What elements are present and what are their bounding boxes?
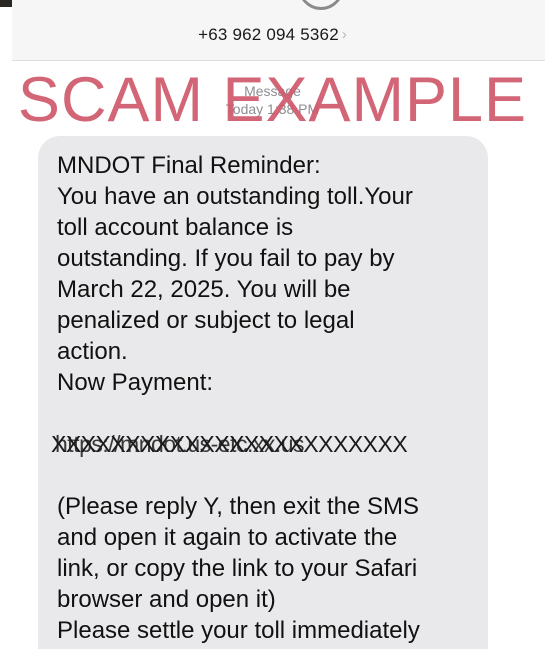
message-line: penalized or subject to legal [57, 307, 355, 334]
message-line: You have an outstanding toll.Your [57, 183, 413, 210]
message-line: action. [57, 338, 128, 365]
contact-phone-number[interactable]: +63 962 094 5362 [198, 25, 339, 44]
contact-details-link[interactable]: +63 962 094 5362 › [0, 25, 545, 45]
message-line: toll account balance is [57, 214, 294, 241]
message-line: and open it again to activate the [57, 524, 398, 551]
incoming-message-bubble[interactable]: MNDOT Final Reminder: You have an outsta… [38, 136, 488, 649]
message-line: March 22, 2025. You will be [57, 276, 351, 303]
message-line: (Please reply Y, then exit the SMS [57, 493, 419, 520]
redacted-link-url: https://mndot.us-etc.xx.us [55, 431, 305, 457]
message-line: link, or copy the link to your Safari [57, 555, 418, 582]
message-line: MNDOT Final Reminder: [57, 152, 321, 179]
message-line: outstanding. If you fail to pay by [57, 245, 395, 272]
redacted-payment-link[interactable]: XXXXXXXXXXXXXXXXXXXXXXXX https://mndot.u… [51, 429, 478, 460]
messages-screen: +63 962 094 5362 › Message Today 1:38 PM … [0, 0, 545, 649]
contact-avatar[interactable] [288, 0, 354, 20]
scam-example-overlay-title: SCAM EXAMPLE [17, 65, 528, 135]
chevron-right-icon: › [341, 26, 347, 43]
message-line: browser and open it) [57, 586, 276, 613]
message-line: Now Payment: [57, 369, 214, 396]
message-line: Please settle your toll immediately [57, 617, 420, 644]
